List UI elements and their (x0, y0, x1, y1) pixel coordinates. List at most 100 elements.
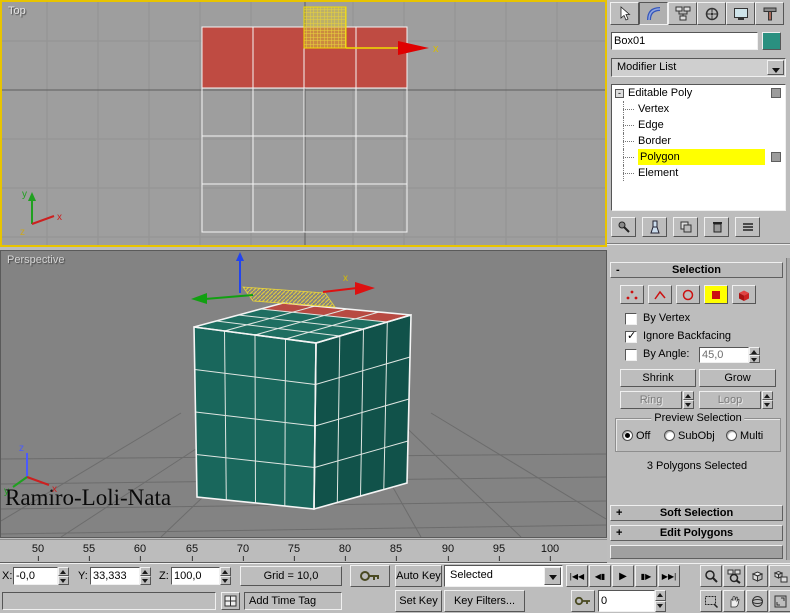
add-time-tag-label: Add Time Tag (249, 595, 317, 607)
go-to-start-button[interactable]: |◀◀ (566, 565, 588, 587)
x-spinner[interactable] (58, 567, 69, 585)
stack-item-vertex[interactable]: Vertex (612, 101, 785, 117)
configure-modifier-sets-button[interactable] (735, 217, 760, 237)
polygon-mode-button-active[interactable] (704, 285, 728, 304)
pan-button[interactable] (723, 590, 745, 612)
stack-item-element[interactable]: Element (612, 165, 785, 181)
modifier-toggle-icon[interactable] (771, 88, 781, 98)
zoom-all-button[interactable] (723, 565, 745, 587)
tab-create[interactable] (610, 2, 639, 25)
panel-scrollbar[interactable] (786, 258, 790, 560)
stack-root-row[interactable]: - Editable Poly (612, 85, 785, 101)
time-tag-icon-button[interactable] (221, 592, 240, 610)
z-spinner[interactable] (220, 567, 231, 585)
y-coordinate-input[interactable] (90, 567, 140, 585)
edge-mode-button[interactable] (648, 285, 672, 304)
arc-rotate-button[interactable] (746, 590, 768, 612)
previous-frame-button[interactable]: ◀▮ (589, 565, 611, 587)
gizmo-plane-handle[interactable] (303, 6, 347, 49)
object-name-input[interactable] (611, 32, 758, 50)
play-button[interactable]: ▶ (612, 565, 634, 587)
vertex-mode-button[interactable] (620, 285, 644, 304)
y-spinner[interactable] (140, 567, 151, 585)
add-time-tag-field[interactable]: Add Time Tag (244, 592, 342, 610)
current-frame-input[interactable] (598, 590, 655, 612)
zoom-region-button[interactable] (700, 590, 722, 612)
loop-spinner[interactable] (762, 391, 773, 409)
z-coordinate-input[interactable] (171, 567, 220, 585)
box-perspective[interactable] (193, 302, 412, 511)
gizmo-z-arrow[interactable] (236, 252, 244, 261)
min-max-toggle-button[interactable] (769, 590, 790, 612)
preview-multi-radio[interactable]: Multi (726, 430, 763, 442)
ring-button[interactable]: Ring (620, 391, 682, 409)
chevron-down-icon[interactable] (767, 60, 784, 75)
preview-off-radio[interactable]: Off (622, 430, 650, 442)
timeline-tick: 60 (133, 543, 147, 561)
by-vertex-checkbox[interactable] (625, 313, 637, 325)
ring-spinner[interactable] (683, 391, 694, 409)
rollout-selection[interactable]: - Selection (610, 262, 783, 278)
modifier-list-dropdown[interactable]: Modifier List (611, 58, 786, 77)
tab-utilities[interactable] (755, 2, 784, 25)
key-filters-button[interactable]: Key Filters... (444, 590, 525, 612)
tab-display[interactable] (726, 2, 755, 25)
object-color-swatch[interactable] (762, 32, 781, 50)
go-to-end-button[interactable]: ▶▶| (658, 565, 680, 587)
radio-icon[interactable] (726, 430, 737, 441)
pin-stack-button[interactable] (611, 217, 636, 237)
collapse-icon[interactable]: - (615, 89, 624, 98)
stack-item-border[interactable]: Border (612, 133, 785, 149)
top-view-canvas[interactable]: x y x z (2, 2, 605, 245)
track-bar[interactable]: 50 55 60 65 70 75 80 85 90 95 100 (0, 539, 607, 563)
by-angle-checkbox[interactable] (625, 349, 637, 361)
set-key-button[interactable]: Set Key (395, 590, 442, 612)
gizmo-x-arrow[interactable] (355, 282, 375, 295)
viewport-top[interactable]: x y x z Top (0, 0, 607, 247)
zoom-button[interactable] (700, 565, 722, 587)
radio-icon[interactable] (622, 430, 633, 441)
by-angle-spinner[interactable] (749, 347, 760, 363)
key-mode-toggle-button[interactable] (571, 590, 595, 612)
selection-set-dropdown[interactable]: Selected (444, 565, 563, 587)
make-unique-button[interactable] (673, 217, 698, 237)
preview-selection-group: Preview Selection Off SubObj Multi (615, 412, 781, 452)
auto-key-button[interactable]: Auto Key (395, 565, 442, 587)
tab-hierarchy[interactable] (668, 2, 697, 25)
ignore-backfacing-checkbox[interactable] (625, 329, 637, 343)
border-mode-button[interactable] (676, 285, 700, 304)
zoom-extents-all-button[interactable] (769, 565, 790, 587)
gizmo-x-arrow[interactable] (398, 41, 429, 55)
x-coordinate-input[interactable] (13, 567, 58, 585)
box-top-view[interactable] (201, 26, 408, 233)
gizmo-plane-handle[interactable] (242, 286, 336, 308)
grid-setting-button[interactable]: Grid = 10,0 (240, 566, 342, 586)
zoom-extents-button[interactable] (746, 565, 768, 587)
modifier-stack[interactable]: - Editable Poly Vertex Edge Border Polygo… (611, 84, 786, 211)
next-frame-button[interactable]: ▮▶ (635, 565, 657, 587)
loop-button[interactable]: Loop (699, 391, 761, 409)
rollout-edit-polygons[interactable]: + Edit Polygons (610, 525, 783, 541)
move-gizmo-perspective[interactable]: x (191, 252, 375, 308)
tab-modify[interactable] (639, 2, 668, 25)
preview-subobj-radio[interactable]: SubObj (664, 430, 715, 442)
by-angle-input[interactable] (699, 347, 749, 363)
frame-spinner[interactable] (655, 590, 666, 612)
element-mode-button[interactable] (732, 285, 756, 304)
stack-item-polygon[interactable]: Polygon (612, 149, 785, 165)
set-keys-button[interactable] (350, 565, 390, 587)
rollout-soft-selection[interactable]: + Soft Selection (610, 505, 783, 521)
grow-button[interactable]: Grow (699, 369, 776, 387)
radio-icon[interactable] (664, 430, 675, 441)
rollout-partial[interactable] (610, 545, 783, 559)
modifier-toggle-icon[interactable] (771, 152, 781, 162)
remove-modifier-button[interactable] (704, 217, 729, 237)
tab-motion[interactable] (697, 2, 726, 25)
shrink-button[interactable]: Shrink (620, 369, 696, 387)
chevron-down-icon[interactable] (544, 567, 561, 585)
stack-item-edge[interactable]: Edge (612, 117, 785, 133)
viewport-perspective[interactable]: x z x y Perspective Ramiro-Loli-Nata (0, 250, 607, 538)
gizmo-y-arrow[interactable] (191, 293, 207, 304)
make-unique-icon (680, 221, 691, 233)
show-end-result-button[interactable] (642, 217, 667, 237)
